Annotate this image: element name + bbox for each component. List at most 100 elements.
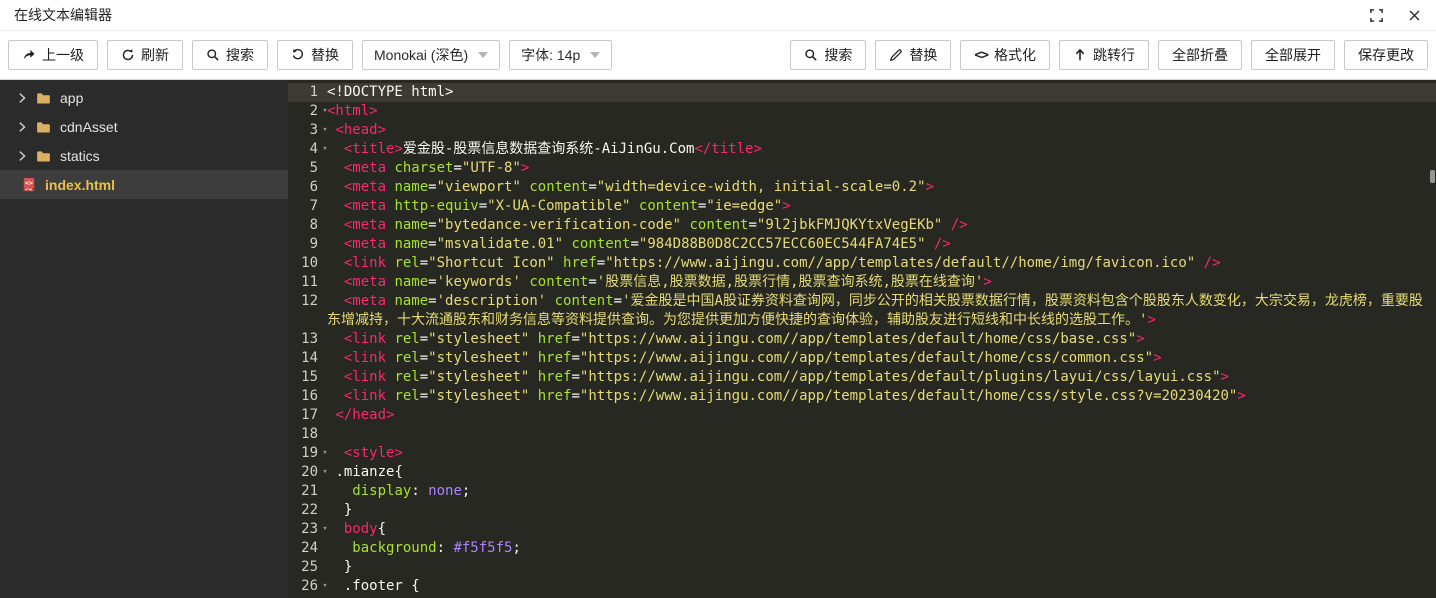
code-line-2[interactable]: 2▾<html> (288, 102, 1436, 121)
font-size-select-value: 字体: 14p (521, 45, 580, 65)
code-line-11[interactable]: 11 <meta name='keywords' content='股票信息,股… (288, 273, 1436, 292)
code-editor[interactable]: 1<!DOCTYPE html>2▾<html>3▾ <head>4▾ <tit… (288, 80, 1436, 598)
line-number: 18 (288, 425, 318, 444)
code-line-25[interactable]: 25 } (288, 558, 1436, 577)
search-button-label: 搜索 (226, 45, 254, 65)
code-line-text (288, 425, 1436, 444)
line-number: 5 (288, 159, 318, 178)
line-number: 7 (288, 197, 318, 216)
tree-file-index.html[interactable]: <>HTMLindex.html (0, 170, 288, 199)
save-button[interactable]: 保存更改 (1344, 40, 1428, 70)
replace-button[interactable]: 替换 (277, 40, 353, 70)
collapse-all-button[interactable]: 全部折叠 (1158, 40, 1242, 70)
html-file-icon: <>HTML (22, 177, 36, 192)
font-size-select[interactable]: 字体: 14p (509, 40, 612, 70)
code-lines: 1<!DOCTYPE html>2▾<html>3▾ <head>4▾ <tit… (288, 83, 1436, 596)
toolbar: 上一级刷新搜索替换 Monokai (深色)字体: 14p 搜索替换<>格式化跳… (0, 31, 1436, 80)
chevron-right-icon[interactable] (17, 92, 27, 104)
folder-icon (36, 120, 51, 134)
code-line-26[interactable]: 26▾ .footer { (288, 577, 1436, 596)
window-title: 在线文本编辑器 (14, 5, 112, 25)
refresh-icon (121, 48, 135, 62)
line-number: 8 (288, 216, 318, 235)
close-icon[interactable] (1406, 7, 1422, 23)
svg-text:<>: <> (25, 179, 33, 187)
code-line-23[interactable]: 23▾ body{ (288, 520, 1436, 539)
fold-arrow-icon[interactable]: ▾ (319, 121, 331, 140)
refresh-button[interactable]: 刷新 (107, 40, 183, 70)
line-number: 17 (288, 406, 318, 425)
fold-arrow-icon[interactable]: ▾ (319, 102, 331, 121)
chevron-right-icon[interactable] (17, 121, 27, 133)
line-number: 20 (288, 463, 318, 482)
code-line-12[interactable]: 12 <meta name='description' content='爱金股… (288, 292, 1436, 330)
online-text-editor-window: 在线文本编辑器 上一级刷新搜索替换 Monokai (深色)字体: 14p 搜索… (0, 0, 1436, 598)
code-line-17[interactable]: 17 </head> (288, 406, 1436, 425)
fullscreen-icon[interactable] (1368, 7, 1384, 23)
editor-search-button[interactable]: 搜索 (790, 40, 866, 70)
editor-scrollbar-thumb[interactable] (1430, 170, 1435, 183)
theme-select-value: Monokai (深色) (374, 45, 468, 65)
code-line-22[interactable]: 22 } (288, 501, 1436, 520)
line-number: 12 (288, 292, 318, 311)
code-line-6[interactable]: 6 <meta name="viewport" content="width=d… (288, 178, 1436, 197)
theme-select[interactable]: Monokai (深色) (362, 40, 500, 70)
code-line-text: <link rel="stylesheet" href="https://www… (288, 368, 1436, 387)
fold-arrow-icon[interactable]: ▾ (319, 140, 331, 159)
replace-rotate-icon (291, 48, 305, 62)
code-line-text: <style> (288, 444, 1436, 463)
up-level-button[interactable]: 上一级 (8, 40, 98, 70)
tree-folder-cdnAsset[interactable]: cdnAsset (0, 112, 288, 141)
code-line-text: body{ (288, 520, 1436, 539)
code-line-5[interactable]: 5 <meta charset="UTF-8"> (288, 159, 1436, 178)
goto-line-button[interactable]: 跳转行 (1059, 40, 1149, 70)
line-number: 21 (288, 482, 318, 501)
editor-replace-button[interactable]: 替换 (875, 40, 951, 70)
code-line-15[interactable]: 15 <link rel="stylesheet" href="https://… (288, 368, 1436, 387)
code-line-4[interactable]: 4▾ <title>爱金股-股票信息数据查询系统-AiJinGu.Com</ti… (288, 140, 1436, 159)
chevron-down-icon (478, 52, 488, 58)
code-line-8[interactable]: 8 <meta name="bytedance-verification-cod… (288, 216, 1436, 235)
code-line-20[interactable]: 20▾ .mianze{ (288, 463, 1436, 482)
line-number: 2 (288, 102, 318, 121)
tree-folder-app[interactable]: app (0, 83, 288, 112)
code-line-10[interactable]: 10 <link rel="Shortcut Icon" href="https… (288, 254, 1436, 273)
search-icon (804, 48, 818, 62)
code-line-24[interactable]: 24 background: #f5f5f5; (288, 539, 1436, 558)
chevron-right-icon[interactable] (17, 150, 27, 162)
code-line-7[interactable]: 7 <meta http-equiv="X-UA-Compatible" con… (288, 197, 1436, 216)
tree-folder-statics[interactable]: statics (0, 141, 288, 170)
line-number: 24 (288, 539, 318, 558)
code-line-text: } (288, 558, 1436, 577)
code-line-text: <meta http-equiv="X-UA-Compatible" conte… (288, 197, 1436, 216)
fold-arrow-icon[interactable]: ▾ (319, 444, 331, 463)
code-line-text: <head> (288, 121, 1436, 140)
code-line-text: <!DOCTYPE html> (288, 83, 1436, 102)
code-line-9[interactable]: 9 <meta name="msvalidate.01" content="98… (288, 235, 1436, 254)
format-button[interactable]: <>格式化 (960, 40, 1050, 70)
code-line-19[interactable]: 19▾ <style> (288, 444, 1436, 463)
titlebar: 在线文本编辑器 (0, 0, 1436, 31)
fold-arrow-icon[interactable]: ▾ (319, 463, 331, 482)
up-level-icon (22, 48, 36, 62)
code-line-text: .footer { (288, 577, 1436, 596)
code-line-13[interactable]: 13 <link rel="stylesheet" href="https://… (288, 330, 1436, 349)
code-line-18[interactable]: 18 (288, 425, 1436, 444)
fold-arrow-icon[interactable]: ▾ (319, 520, 331, 539)
toolbar-selects-group: Monokai (深色) 字体: 14p (362, 40, 612, 70)
code-line-14[interactable]: 14 <link rel="stylesheet" href="https://… (288, 349, 1436, 368)
code-line-1[interactable]: 1<!DOCTYPE html> (288, 83, 1436, 102)
search-button[interactable]: 搜索 (192, 40, 268, 70)
save-button-label: 保存更改 (1358, 45, 1414, 65)
line-number: 15 (288, 368, 318, 387)
code-line-3[interactable]: 3▾ <head> (288, 121, 1436, 140)
code-line-16[interactable]: 16 <link rel="stylesheet" href="https://… (288, 387, 1436, 406)
content-area: appcdnAssetstatics<>HTMLindex.html 1<!DO… (0, 80, 1436, 598)
code-line-text: <meta name="bytedance-verification-code"… (288, 216, 1436, 235)
fold-arrow-icon[interactable]: ▾ (319, 577, 331, 596)
expand-all-button[interactable]: 全部展开 (1251, 40, 1335, 70)
line-number: 16 (288, 387, 318, 406)
code-line-21[interactable]: 21 display: none; (288, 482, 1436, 501)
code-line-text: <link rel="stylesheet" href="https://www… (288, 330, 1436, 349)
up-level-button-label: 上一级 (42, 45, 84, 65)
